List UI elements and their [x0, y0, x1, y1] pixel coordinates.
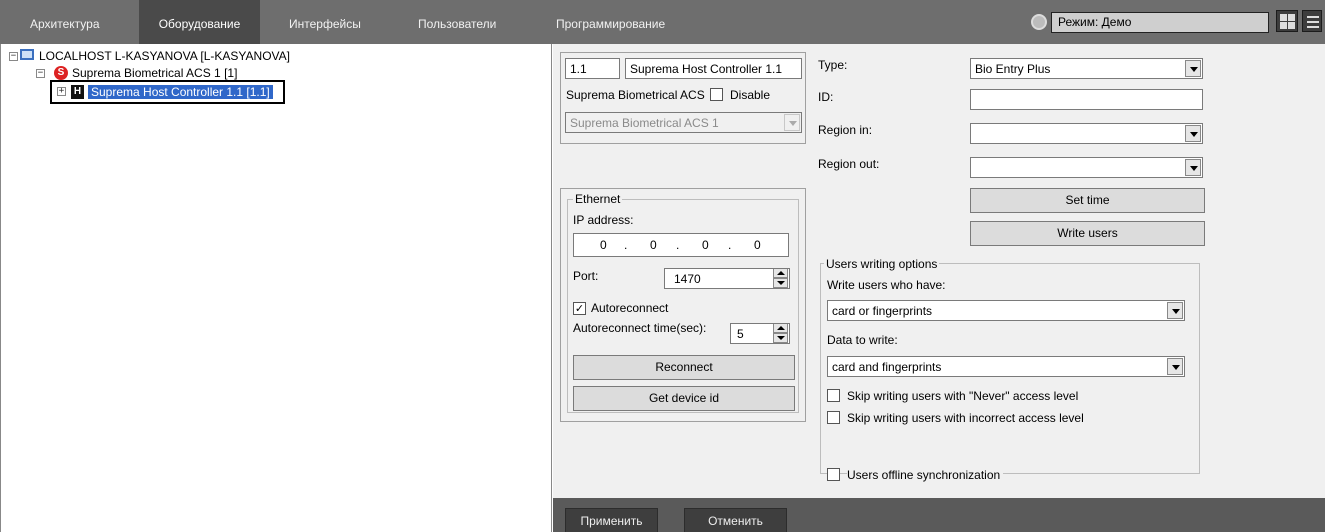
- autoreconnect-time-label: Autoreconnect time(sec):: [573, 321, 707, 335]
- id-field[interactable]: [970, 89, 1203, 110]
- tab-programming[interactable]: Программирование: [548, 0, 673, 44]
- tree-node-acs[interactable]: Suprema Biometrical ACS 1 [1]: [72, 65, 237, 81]
- computer-icon: [20, 49, 34, 60]
- ip-dot-1: .: [624, 238, 628, 252]
- top-menu-bar: Архитектура Оборудование Интерфейсы Поль…: [0, 0, 1325, 44]
- ip-address-label: IP address:: [573, 213, 634, 227]
- ip-octet-4: 0: [754, 238, 761, 252]
- tab-users[interactable]: Пользователи: [410, 0, 504, 44]
- tab-interfaces[interactable]: Интерфейсы: [281, 0, 369, 44]
- region-out-select[interactable]: [970, 157, 1203, 178]
- ip-octet-3: 0: [702, 238, 709, 252]
- chevron-down-icon: [1185, 159, 1201, 176]
- type-select[interactable]: Bio Entry Plus: [970, 58, 1203, 79]
- write-users-button[interactable]: Write users: [970, 221, 1205, 246]
- chevron-down-icon: [1185, 125, 1201, 142]
- device-name-field[interactable]: Suprema Host Controller 1.1: [625, 58, 802, 79]
- write-who-label: Write users who have:: [827, 278, 946, 292]
- device-id-field[interactable]: 1.1: [565, 58, 620, 79]
- disable-label: Disable: [730, 88, 771, 102]
- chevron-down-icon: [1185, 60, 1201, 77]
- ethernet-panel: Ethernet IP address: 0 . 0 . 0 . 0 Port:…: [560, 188, 806, 422]
- tab-architecture[interactable]: Архитектура: [22, 0, 108, 44]
- cancel-button[interactable]: Отменить: [684, 508, 787, 532]
- autoreconnect-checkbox[interactable]: ✓: [573, 302, 586, 315]
- ip-octet-2: 0: [650, 238, 657, 252]
- region-in-label: Region in:: [818, 123, 873, 137]
- apply-button[interactable]: Применить: [565, 508, 658, 532]
- collapse-acs-toggle[interactable]: −: [36, 69, 45, 78]
- offline-sync-label: Users offline synchronization: [847, 468, 1004, 482]
- ip-address-field[interactable]: 0 . 0 . 0 . 0: [573, 233, 789, 257]
- collapse-root-toggle[interactable]: −: [9, 52, 18, 61]
- set-time-button[interactable]: Set time: [970, 188, 1205, 213]
- region-in-select[interactable]: [970, 123, 1203, 144]
- disable-checkbox[interactable]: [710, 88, 723, 101]
- bottom-action-bar: Применить Отменить: [553, 498, 1325, 532]
- grid-view-icon[interactable]: [1276, 10, 1298, 32]
- offline-sync-checkbox[interactable]: [827, 468, 840, 481]
- hardware-tree: − LOCALHOST L-KASYANOVA [L-KASYANOVA] − …: [0, 44, 552, 532]
- skip-incorrect-checkbox[interactable]: [827, 411, 840, 424]
- settings-panel: 1.1 Suprema Host Controller 1.1 Suprema …: [553, 44, 1325, 532]
- id-label: ID:: [818, 90, 834, 104]
- skip-never-checkbox[interactable]: [827, 389, 840, 402]
- tree-node-controller-label: Suprema Host Controller 1.1 [1.1]: [88, 84, 273, 100]
- users-writing-legend: Users writing options: [824, 257, 940, 271]
- host-controller-h-icon: H: [71, 85, 84, 99]
- mode-gear-icon[interactable]: [1031, 14, 1047, 30]
- data-to-write-label: Data to write:: [827, 333, 898, 347]
- mode-indicator[interactable]: Режим: Демо: [1051, 12, 1269, 33]
- menu-icon[interactable]: [1302, 10, 1322, 32]
- get-device-id-button[interactable]: Get device id: [573, 386, 795, 411]
- ip-octet-1: 0: [600, 238, 607, 252]
- autoreconnect-label: Autoreconnect: [591, 301, 669, 315]
- data-to-write-select[interactable]: card and fingerprints: [827, 356, 1185, 377]
- parent-label: Suprema Biometrical ACS: [566, 88, 705, 102]
- reconnect-button[interactable]: Reconnect: [573, 355, 795, 380]
- port-label: Port:: [573, 269, 599, 283]
- tree-node-host-controller[interactable]: + H Suprema Host Controller 1.1 [1.1]: [50, 80, 285, 104]
- tree-node-localhost[interactable]: LOCALHOST L-KASYANOVA [L-KASYANOVA]: [39, 48, 290, 64]
- region-out-label: Region out:: [818, 157, 880, 171]
- tab-equipment[interactable]: Оборудование: [139, 0, 260, 44]
- port-field[interactable]: 1470: [664, 268, 790, 289]
- parent-select: Suprema Biometrical ACS 1: [565, 112, 802, 133]
- port-spinner[interactable]: [773, 269, 788, 288]
- ethernet-legend: Ethernet: [573, 192, 623, 206]
- autoreconnect-time-spinner[interactable]: [773, 324, 788, 343]
- chevron-down-icon: [1167, 302, 1183, 319]
- autoreconnect-time-field[interactable]: 5: [730, 323, 790, 344]
- chevron-down-icon: [784, 114, 800, 131]
- suprema-s-icon: S: [54, 66, 68, 80]
- expand-controller-toggle[interactable]: +: [57, 87, 66, 96]
- chevron-down-icon: [1167, 358, 1183, 375]
- ip-dot-3: .: [728, 238, 732, 252]
- type-label: Type:: [818, 58, 848, 72]
- ip-dot-2: .: [676, 238, 680, 252]
- device-box: 1.1 Suprema Host Controller 1.1 Suprema …: [560, 52, 806, 144]
- write-who-select[interactable]: card or fingerprints: [827, 300, 1185, 321]
- skip-never-label: Skip writing users with "Never" access l…: [847, 389, 1079, 403]
- skip-incorrect-label: Skip writing users with incorrect access…: [847, 411, 1084, 425]
